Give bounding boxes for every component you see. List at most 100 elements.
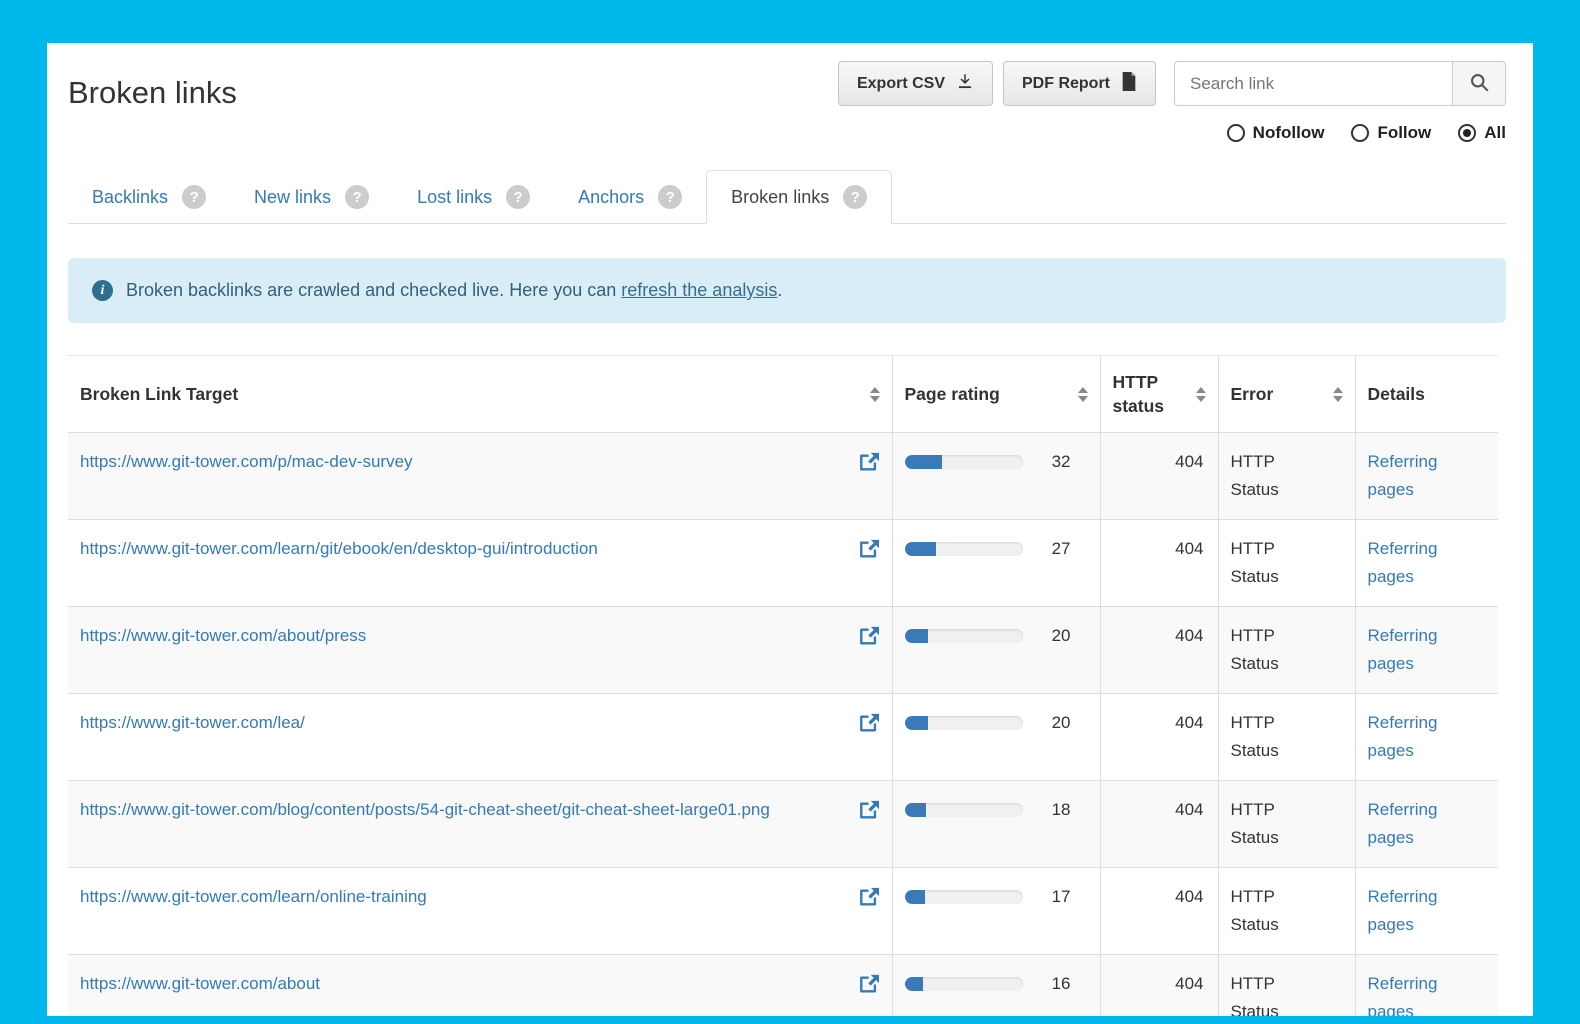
table-row: https://www.git-tower.com/about/press 20…: [68, 607, 1498, 694]
details-link[interactable]: Referring pages: [1368, 539, 1438, 586]
radio-icon[interactable]: [1351, 124, 1369, 142]
details-cell: Referring pages: [1355, 520, 1498, 607]
radio-icon[interactable]: [1227, 124, 1245, 142]
export-csv-button[interactable]: Export CSV: [838, 61, 993, 106]
tab-broken-links[interactable]: Broken links ?: [706, 170, 892, 224]
radio-follow-label[interactable]: Follow: [1377, 123, 1431, 143]
details-link[interactable]: Referring pages: [1368, 452, 1438, 499]
tab-label: Lost links: [417, 187, 492, 208]
help-icon[interactable]: ?: [345, 185, 369, 209]
broken-links-table: Broken Link Target Page rating HTTP stat…: [68, 355, 1498, 1016]
details-link[interactable]: Referring pages: [1368, 800, 1438, 847]
external-link-icon[interactable]: [858, 796, 880, 824]
pdf-report-button[interactable]: PDF Report: [1003, 61, 1156, 106]
header-error[interactable]: Error: [1218, 356, 1355, 433]
page-title: Broken links: [68, 75, 237, 111]
http-status-value: 404: [1175, 800, 1203, 819]
broken-link-target-cell: https://www.git-tower.com/blog/content/p…: [68, 781, 892, 868]
broken-link-url[interactable]: https://www.git-tower.com/blog/content/p…: [80, 796, 770, 824]
radio-follow[interactable]: Follow: [1351, 123, 1431, 143]
radio-icon[interactable]: [1458, 124, 1476, 142]
broken-link-target-cell: https://www.git-tower.com/p/mac-dev-surv…: [68, 433, 892, 520]
broken-link-url[interactable]: https://www.git-tower.com/learn/git/eboo…: [80, 535, 598, 563]
broken-link-url[interactable]: https://www.git-tower.com/about: [80, 970, 320, 998]
help-icon[interactable]: ?: [182, 185, 206, 209]
error-cell: HTTP Status: [1218, 433, 1355, 520]
tab-label: Broken links: [731, 187, 829, 208]
external-link-icon[interactable]: [858, 535, 880, 563]
content-card: Broken links Export CSV PDF Report: [47, 43, 1533, 1016]
page-rating-bar: [905, 977, 1023, 991]
http-status-value: 404: [1175, 539, 1203, 558]
progress-fill: [905, 977, 924, 991]
refresh-analysis-link[interactable]: refresh the analysis: [621, 280, 777, 300]
radio-all-label[interactable]: All: [1484, 123, 1506, 143]
details-link[interactable]: Referring pages: [1368, 713, 1438, 760]
tab-label: Backlinks: [92, 187, 168, 208]
sort-icon[interactable]: [1078, 387, 1088, 402]
page-header: Broken links Export CSV PDF Report: [68, 43, 1506, 143]
help-icon[interactable]: ?: [658, 185, 682, 209]
page-rating-value: 17: [1023, 883, 1071, 911]
page-rating-bar: [905, 455, 1023, 469]
external-link-icon[interactable]: [858, 970, 880, 998]
document-icon: [1121, 72, 1137, 96]
radio-all[interactable]: All: [1458, 123, 1506, 143]
error-cell: HTTP Status: [1218, 868, 1355, 955]
help-icon[interactable]: ?: [843, 185, 867, 209]
header-broken-link-target[interactable]: Broken Link Target: [68, 356, 892, 433]
page-rating-bar: [905, 803, 1023, 817]
table-row: https://www.git-tower.com/p/mac-dev-surv…: [68, 433, 1498, 520]
search-button[interactable]: [1452, 61, 1506, 106]
http-status-value: 404: [1175, 626, 1203, 645]
sort-icon[interactable]: [1196, 387, 1206, 402]
error-cell: HTTP Status: [1218, 607, 1355, 694]
table-row: https://www.git-tower.com/about 16 404 H…: [68, 955, 1498, 1017]
export-csv-label: Export CSV: [857, 75, 945, 93]
details-cell: Referring pages: [1355, 607, 1498, 694]
sort-icon[interactable]: [870, 387, 880, 402]
progress-fill: [905, 629, 929, 643]
table-row: https://www.git-tower.com/learn/online-t…: [68, 868, 1498, 955]
broken-link-url[interactable]: https://www.git-tower.com/lea/: [80, 709, 305, 737]
external-link-icon[interactable]: [858, 448, 880, 476]
details-cell: Referring pages: [1355, 955, 1498, 1017]
page-rating-cell: 20: [892, 607, 1100, 694]
external-link-icon[interactable]: [858, 622, 880, 650]
header-label: Page rating: [905, 382, 1000, 406]
details-cell: Referring pages: [1355, 868, 1498, 955]
broken-link-url[interactable]: https://www.git-tower.com/p/mac-dev-surv…: [80, 448, 413, 476]
external-link-icon[interactable]: [858, 883, 880, 911]
details-link[interactable]: Referring pages: [1368, 887, 1438, 934]
details-link[interactable]: Referring pages: [1368, 626, 1438, 673]
error-value: HTTP Status: [1231, 800, 1279, 847]
broken-link-url[interactable]: https://www.git-tower.com/about/press: [80, 622, 366, 650]
progress-fill: [905, 890, 925, 904]
header-http-status[interactable]: HTTP status: [1100, 356, 1218, 433]
search-input[interactable]: [1174, 61, 1452, 106]
header-page-rating[interactable]: Page rating: [892, 356, 1100, 433]
http-status-value: 404: [1175, 887, 1203, 906]
page-rating-value: 32: [1023, 448, 1071, 476]
tab-new-links[interactable]: New links ?: [230, 171, 393, 223]
sort-icon[interactable]: [1333, 387, 1343, 402]
page-rating-bar: [905, 716, 1023, 730]
broken-link-url[interactable]: https://www.git-tower.com/learn/online-t…: [80, 883, 427, 911]
error-cell: HTTP Status: [1218, 694, 1355, 781]
page-rating-value: 16: [1023, 970, 1071, 998]
tab-backlinks[interactable]: Backlinks ?: [68, 171, 230, 223]
radio-nofollow[interactable]: Nofollow: [1227, 123, 1325, 143]
external-link-icon[interactable]: [858, 709, 880, 737]
tab-anchors[interactable]: Anchors ?: [554, 171, 706, 223]
download-icon: [956, 72, 974, 95]
tab-lost-links[interactable]: Lost links ?: [393, 171, 554, 223]
details-cell: Referring pages: [1355, 694, 1498, 781]
broken-link-target-cell: https://www.git-tower.com/lea/: [68, 694, 892, 781]
tab-label: Anchors: [578, 187, 644, 208]
details-link[interactable]: Referring pages: [1368, 974, 1438, 1016]
help-icon[interactable]: ?: [506, 185, 530, 209]
broken-link-target-cell: https://www.git-tower.com/learn/git/eboo…: [68, 520, 892, 607]
radio-nofollow-label[interactable]: Nofollow: [1253, 123, 1325, 143]
header-label: Broken Link Target: [80, 382, 238, 406]
info-banner: i Broken backlinks are crawled and check…: [68, 258, 1506, 323]
